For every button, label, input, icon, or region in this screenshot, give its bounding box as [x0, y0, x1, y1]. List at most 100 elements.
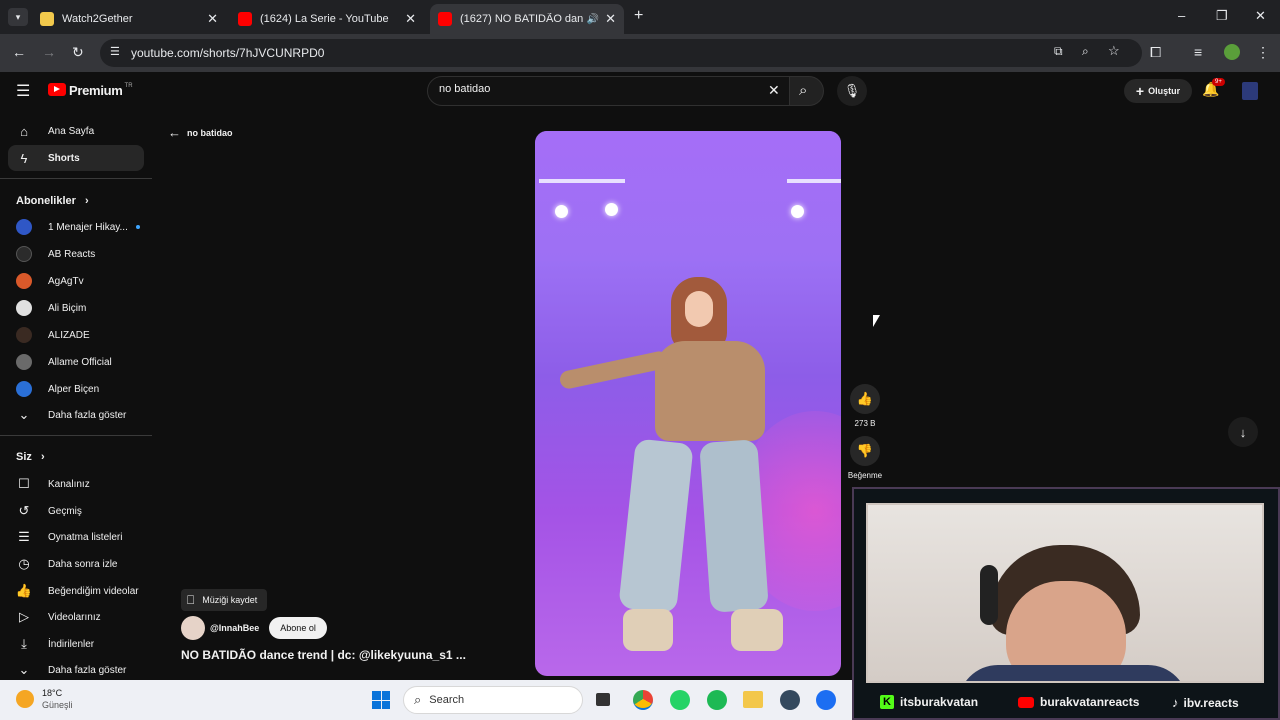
- site-info-icon[interactable]: ☰: [110, 45, 120, 58]
- tab-la-serie[interactable]: (1624) La Serie - YouTube ✕: [230, 4, 424, 34]
- audio-playing-icon[interactable]: 🔊: [587, 14, 599, 25]
- close-window-icon[interactable]: ✕: [1255, 8, 1266, 24]
- thumbs-up-icon: 👍: [856, 391, 874, 406]
- channel-avatar: [16, 246, 32, 262]
- sidebar-item-shorts[interactable]: ϟ Shorts: [8, 145, 144, 171]
- chevron-down-icon: ⌄: [18, 662, 30, 677]
- sidebar-channel-menajer[interactable]: 1 Menajer Hikay...: [8, 214, 144, 240]
- search-icon: ⌕: [414, 692, 422, 707]
- tab-no-batidao[interactable]: (1627) NO BATIDÃO dance 🔊 ✕: [430, 4, 624, 34]
- browser-tab-strip: ▾ Watch2Gether ✕ (1624) La Serie - YouTu…: [0, 0, 1280, 34]
- task-view-icon[interactable]: [596, 693, 610, 706]
- extensions-icon[interactable]: ⧠: [1150, 44, 1161, 61]
- guide-menu-icon[interactable]: ☰: [16, 81, 30, 101]
- ceiling-light: [791, 205, 804, 218]
- reload-icon[interactable]: ↻: [72, 44, 84, 61]
- bookmark-star-icon[interactable]: ☆: [1108, 43, 1120, 59]
- address-bar[interactable]: ☰ youtube.com/shorts/7hJVCUNRPD0 ⧉ ⌕ ☆: [100, 39, 1142, 67]
- save-music-button[interactable]: ⎕ Müziği kaydet: [181, 589, 268, 611]
- file-explorer-taskbar-icon[interactable]: [743, 691, 763, 708]
- notifications-button[interactable]: 🔔 9+: [1202, 78, 1225, 99]
- voice-search-button[interactable]: 🎙: [837, 76, 867, 106]
- dislike-button[interactable]: 👎: [850, 436, 880, 466]
- subscribe-button[interactable]: Abone ol: [269, 617, 327, 639]
- sidebar-item-history[interactable]: ↺ Geçmiş: [8, 498, 144, 524]
- zoom-icon[interactable]: ⌕: [1082, 44, 1089, 59]
- back-arrow-icon[interactable]: ←: [12, 44, 26, 60]
- channel-avatar: [16, 327, 32, 343]
- subscriptions-heading[interactable]: Abonelikler ›: [16, 195, 89, 207]
- media-controls-icon[interactable]: ≡: [1194, 44, 1202, 60]
- chrome-taskbar-icon[interactable]: [633, 690, 653, 710]
- your-videos-icon: ▷: [19, 609, 29, 624]
- channel-avatar: [16, 219, 32, 235]
- close-tab-icon[interactable]: ✕: [405, 11, 416, 27]
- thumbs-down-icon: 👎: [856, 443, 874, 458]
- sidebar-channel-alizade[interactable]: ALIZADE: [8, 322, 144, 348]
- sidebar-channel-alper-bicen[interactable]: Alper Biçen: [8, 376, 144, 402]
- browser-menu-icon[interactable]: ⋮: [1256, 44, 1270, 61]
- restore-icon[interactable]: ❐: [1216, 8, 1228, 24]
- ea-app-taskbar-icon[interactable]: [816, 690, 836, 710]
- short-title[interactable]: NO BATIDÃO dance trend | dc: @likekyuuna…: [181, 648, 466, 662]
- spotify-taskbar-icon[interactable]: [707, 690, 727, 710]
- install-app-icon[interactable]: ⧉: [1054, 44, 1063, 59]
- new-tab-button[interactable]: +: [634, 7, 643, 25]
- whatsapp-taskbar-icon[interactable]: [670, 690, 690, 710]
- tab-search-button[interactable]: ▾: [8, 8, 28, 26]
- social-kick: K itsburakvatan: [880, 695, 978, 709]
- headphones: [980, 565, 998, 625]
- sidebar-channel-agagtv[interactable]: AgAgTv: [8, 268, 144, 294]
- sidebar-channel-ab-reacts[interactable]: AB Reacts: [8, 241, 144, 267]
- sidebar-item-liked-videos[interactable]: 👍 Beğendiğim videolar: [8, 578, 144, 604]
- youtube-premium-logo[interactable]: Premium TR: [48, 83, 133, 98]
- like-button[interactable]: 👍: [850, 384, 880, 414]
- dancer-arm: [558, 349, 670, 391]
- app-taskbar-icon[interactable]: [780, 690, 800, 710]
- tab-watch2gether[interactable]: Watch2Gether ✕: [32, 4, 226, 34]
- forward-arrow-icon[interactable]: →: [42, 44, 56, 60]
- social-youtube: burakvatanreacts: [1018, 695, 1139, 709]
- profile-avatar[interactable]: [1224, 44, 1240, 60]
- sun-icon: [16, 690, 34, 708]
- you-heading[interactable]: Siz ›: [16, 451, 45, 463]
- create-button[interactable]: + Oluştur: [1124, 79, 1192, 103]
- arrow-down-icon: ↓: [1239, 424, 1247, 440]
- dancer-pants-left: [618, 438, 694, 614]
- youtube-favicon-icon: [438, 12, 452, 26]
- channel-avatar: [16, 300, 32, 316]
- search-input[interactable]: [439, 83, 739, 95]
- sidebar-item-watch-later[interactable]: ◷ Daha sonra izle: [8, 551, 144, 577]
- sidebar-item-your-videos[interactable]: ▷ Videolarınız: [8, 604, 144, 630]
- ceiling-light: [787, 179, 841, 183]
- search-button[interactable]: ⌕: [790, 76, 824, 106]
- search-box[interactable]: ✕: [427, 76, 790, 106]
- shorts-video-player[interactable]: [535, 131, 841, 676]
- taskbar-search-box[interactable]: ⌕ Search: [403, 686, 583, 714]
- sidebar-item-home[interactable]: ⌂ Ana Sayfa: [8, 118, 144, 144]
- notification-badge: 9+: [1212, 78, 1225, 86]
- minimize-icon[interactable]: –: [1178, 8, 1185, 23]
- close-tab-icon[interactable]: ✕: [605, 11, 616, 27]
- channel-avatar[interactable]: [181, 616, 205, 640]
- channel-handle[interactable]: @InnahBee: [210, 623, 259, 633]
- back-to-search-link[interactable]: ← no batidao: [168, 125, 233, 140]
- sidebar-subs-show-more[interactable]: ⌄ Daha fazla göster: [8, 402, 144, 428]
- sidebar-item-downloads[interactable]: ⤓ İndirilenler: [8, 631, 144, 657]
- dancer-pants-right: [699, 439, 769, 613]
- start-button[interactable]: [372, 691, 390, 709]
- url-text: youtube.com/shorts/7hJVCUNRPD0: [131, 46, 325, 60]
- sidebar-item-playlists[interactable]: ☰ Oynatma listeleri: [8, 524, 144, 550]
- next-short-button[interactable]: ↓: [1228, 417, 1258, 447]
- clear-search-icon[interactable]: ✕: [768, 82, 780, 99]
- close-tab-icon[interactable]: ✕: [207, 11, 218, 27]
- weather-widget[interactable]: 18°C Güneşli: [16, 687, 73, 711]
- sidebar-channel-allame[interactable]: Allame Official: [8, 349, 144, 375]
- windows-taskbar: 18°C Güneşli ⌕ Search: [0, 680, 852, 720]
- account-avatar[interactable]: [1242, 82, 1258, 100]
- watch2gether-favicon-icon: [40, 12, 54, 26]
- youtube-logo-icon: [48, 83, 66, 96]
- sidebar-channel-ali-bicim[interactable]: Ali Biçim: [8, 295, 144, 321]
- sidebar-item-your-channel[interactable]: ☐ Kanalınız: [8, 471, 144, 497]
- dancer-jacket: [655, 341, 765, 441]
